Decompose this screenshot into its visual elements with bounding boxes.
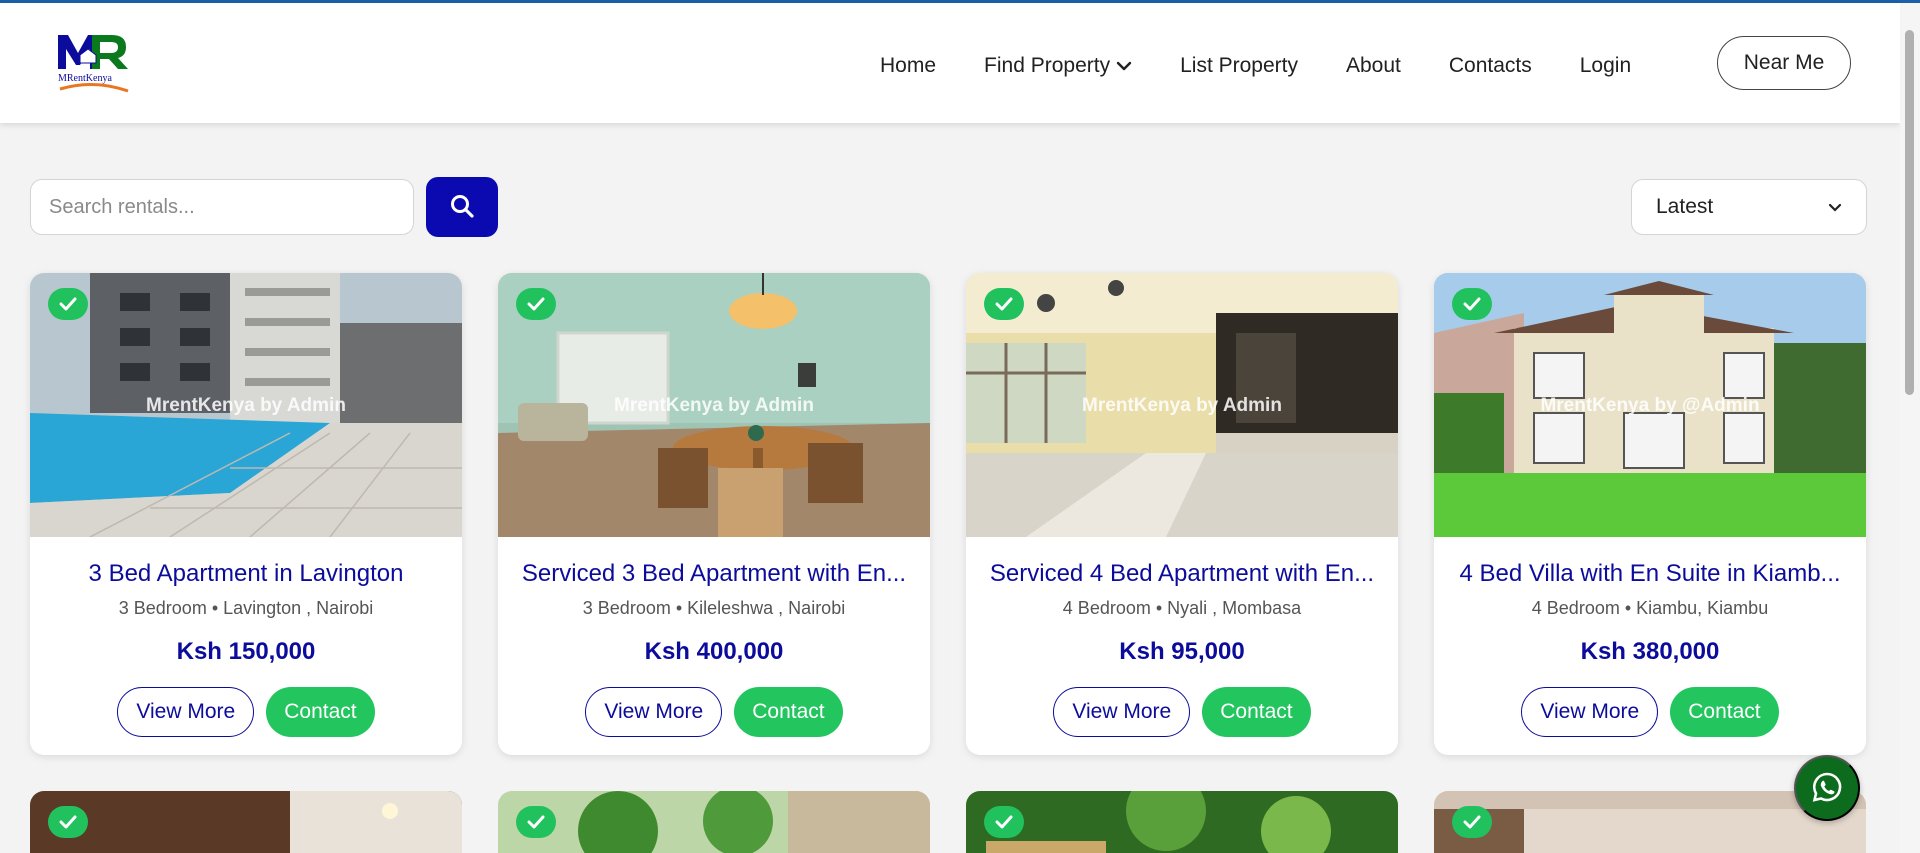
view-more-button[interactable]: View More [1521,687,1659,737]
near-me-button[interactable]: Near Me [1717,36,1851,90]
listing-card[interactable]: MrentKenya by Admin Serviced 3 Bed Apart… [498,273,930,755]
check-icon [48,288,88,320]
check-icon [1452,288,1492,320]
listing-title[interactable]: Serviced 4 Bed Apartment with En... [980,560,1384,588]
listing-price: Ksh 150,000 [176,638,316,665]
check-icon [984,806,1024,838]
listing-card[interactable]: MrentKenya by Admin 3 Bed Apartment in L… [30,273,462,755]
listing-card-partial[interactable] [966,791,1398,853]
view-more-button[interactable]: View More [585,687,723,737]
nav-home[interactable]: Home [880,54,936,78]
nav-find-property[interactable]: Find Property [984,54,1132,78]
listing-card-partial[interactable] [498,791,930,853]
listing-meta: 3 Bedroom • Kileleshwa , Nairobi [582,598,846,618]
listing-price: Ksh 400,000 [644,638,784,665]
photo-watermark: MrentKenya by @Admin [1540,395,1760,416]
search-input[interactable] [30,179,414,235]
chevron-down-icon [1828,195,1842,219]
check-icon [516,288,556,320]
nav-list-property-label: List Property [1180,54,1298,77]
search-button[interactable] [426,177,498,237]
check-icon [984,288,1024,320]
nav-contacts-label: Contacts [1448,54,1532,77]
listing-title[interactable]: 3 Bed Apartment in Lavington [44,560,448,588]
listing-card[interactable]: MrentKenya by @Admin 4 Bed Villa with En… [1434,273,1866,755]
sort-selected-value: Latest [1656,195,1714,218]
listing-actions: View More Contact [30,687,462,737]
nav-login[interactable]: Login [1580,54,1631,78]
main-nav: Home Find Property List Property About C… [880,51,1679,81]
listing-title[interactable]: Serviced 3 Bed Apartment with En... [512,560,916,588]
photo-watermark: MrentKenya by Admin [614,395,814,416]
nav-contacts[interactable]: Contacts [1449,54,1532,78]
whatsapp-icon [1811,771,1843,806]
listing-actions: View More Contact [498,687,930,737]
nav-find-property-label: Find Property [984,54,1111,77]
nav-about[interactable]: About [1346,54,1401,78]
chevron-down-icon [1116,54,1132,78]
listing-actions: View More Contact [966,687,1398,737]
listing-price: Ksh 380,000 [1580,638,1720,665]
check-icon [1452,806,1492,838]
contact-button[interactable]: Contact [734,687,843,737]
listing-title[interactable]: 4 Bed Villa with En Suite in Kiamb... [1448,560,1852,588]
page-scrollbar-thumb[interactable] [1905,30,1914,395]
site-header: MRentKenya Home Find Property List Prope… [0,3,1900,123]
contact-button[interactable]: Contact [1202,687,1311,737]
contact-button[interactable]: Contact [266,687,375,737]
whatsapp-chat-button[interactable] [1794,755,1860,821]
listing-price: Ksh 95,000 [1119,638,1245,665]
sort-select[interactable]: Latest [1631,179,1867,235]
listing-meta: 4 Bedroom • Nyali , Mombasa [1062,598,1302,618]
contact-button[interactable]: Contact [1670,687,1779,737]
check-icon [516,806,556,838]
search-icon [449,193,475,222]
check-icon [48,806,88,838]
listing-actions: View More Contact [1434,687,1866,737]
listing-card[interactable]: MrentKenya by Admin Serviced 4 Bed Apart… [966,273,1398,755]
brand-tagline: MRentKenya [58,73,112,84]
nav-about-label: About [1345,54,1401,77]
photo-watermark: MrentKenya by Admin [146,395,346,416]
view-more-button[interactable]: View More [117,687,255,737]
nav-list-property[interactable]: List Property [1180,54,1298,78]
nav-home-label: Home [880,54,937,77]
listing-meta: 4 Bedroom • Kiambu, Kiambu [1531,598,1769,618]
brand-logo[interactable]: MRentKenya [56,29,134,97]
listing-card-partial[interactable] [30,791,462,853]
view-more-button[interactable]: View More [1053,687,1191,737]
photo-watermark: MrentKenya by Admin [1082,395,1282,416]
nav-login-label: Login [1579,54,1632,77]
listing-meta: 3 Bedroom • Lavington , Nairobi [118,598,374,618]
